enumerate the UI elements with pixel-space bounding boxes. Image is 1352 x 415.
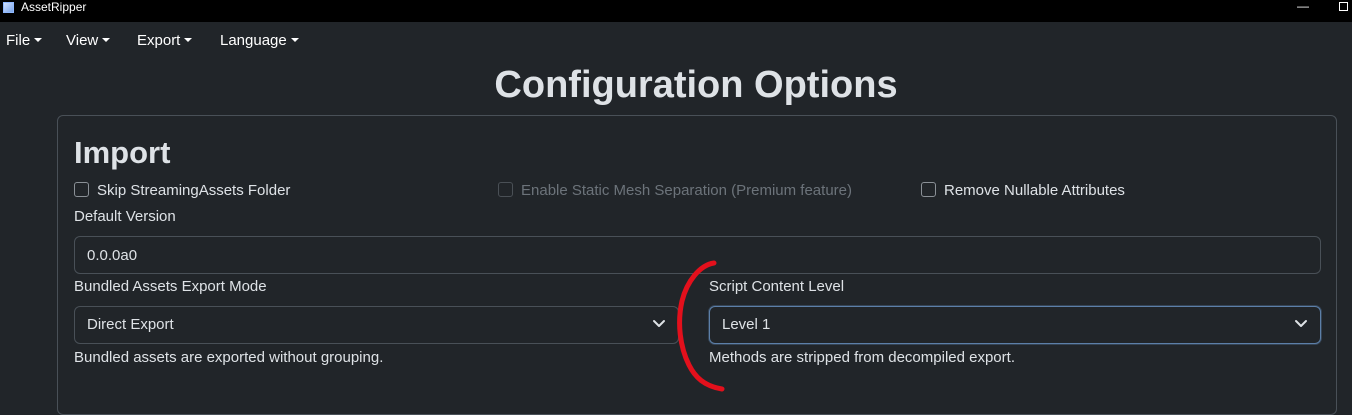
bundled-assets-selected-value: Direct Export: [87, 316, 174, 333]
title-bar: AssetRipper —: [0, 0, 1352, 22]
default-version-label: Default Version: [74, 208, 176, 225]
skip-streaming-assets-label: Skip StreamingAssets Folder: [97, 182, 291, 199]
caret-down-icon: [290, 38, 299, 42]
remove-nullable-attributes-label: Remove Nullable Attributes: [944, 182, 1125, 199]
menu-view-label: View: [66, 32, 99, 49]
script-content-selected-value: Level 1: [722, 316, 771, 333]
script-content-help-text: Methods are stripped from decompiled exp…: [709, 349, 1015, 366]
menu-export-label: Export: [137, 32, 181, 49]
app-icon: [3, 2, 14, 13]
bundled-assets-export-mode-select[interactable]: Direct Export: [74, 306, 679, 344]
skip-streaming-assets-checkbox[interactable]: [74, 182, 89, 197]
bundled-assets-help-text: Bundled assets are exported without grou…: [74, 349, 384, 366]
import-card: Import Skip StreamingAssets Folder Enabl…: [57, 115, 1337, 415]
menu-view[interactable]: View: [66, 32, 111, 50]
static-mesh-separation-checkbox: [498, 182, 513, 197]
menu-file-label: File: [6, 32, 31, 49]
script-content-level-select[interactable]: Level 1: [709, 306, 1321, 344]
maximize-icon: [1338, 2, 1348, 11]
default-version-input[interactable]: [74, 236, 1321, 274]
menu-bar: File View Export Language: [0, 22, 1352, 60]
menu-language-label: Language: [220, 32, 287, 49]
menu-file[interactable]: File: [6, 32, 43, 50]
page-title: Configuration Options: [494, 64, 898, 106]
script-content-level-label: Script Content Level: [709, 278, 845, 295]
caret-down-icon: [184, 38, 193, 42]
section-title-import: Import: [74, 135, 171, 170]
menu-export[interactable]: Export: [137, 32, 193, 50]
bundled-assets-export-mode-label: Bundled Assets Export Mode: [74, 278, 267, 295]
chevron-down-icon: [1295, 320, 1307, 327]
skip-streaming-assets-option[interactable]: Skip StreamingAssets Folder: [74, 182, 290, 200]
maximize-button[interactable]: [1328, 0, 1352, 14]
remove-nullable-attributes-option[interactable]: Remove Nullable Attributes: [921, 182, 1125, 200]
window-title: AssetRipper: [21, 0, 87, 14]
remove-nullable-attributes-checkbox[interactable]: [921, 182, 936, 197]
menu-language[interactable]: Language: [220, 32, 299, 50]
caret-down-icon: [34, 38, 43, 42]
caret-down-icon: [102, 38, 111, 42]
static-mesh-separation-label: Enable Static Mesh Separation (Premium f…: [521, 182, 852, 199]
minimize-button[interactable]: —: [1288, 0, 1318, 14]
chevron-down-icon: [653, 320, 665, 327]
static-mesh-separation-option: Enable Static Mesh Separation (Premium f…: [498, 182, 852, 200]
